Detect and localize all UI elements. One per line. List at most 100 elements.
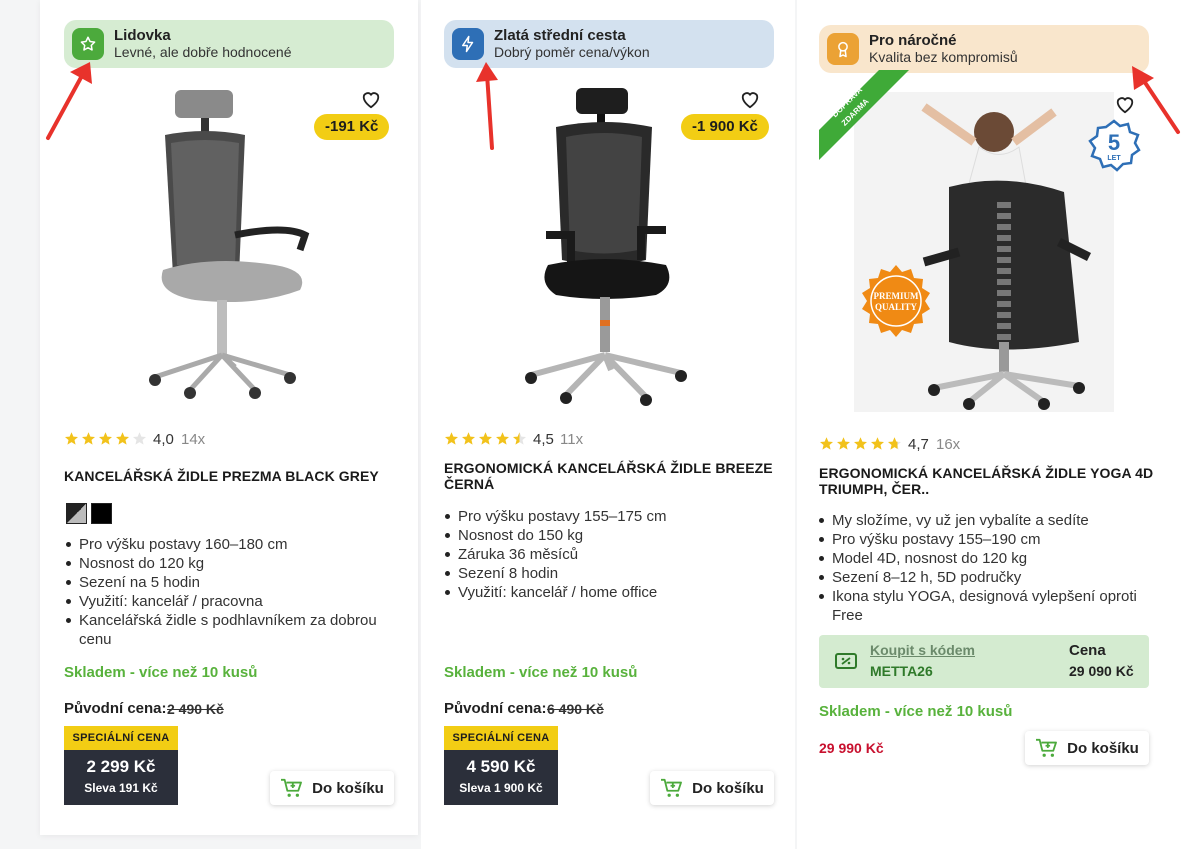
stock-status: Skladem - více než 10 kusů — [444, 664, 638, 681]
star-filled-icon — [871, 437, 884, 450]
add-to-cart-label: Do košíku — [312, 779, 384, 797]
free-shipping-ribbon: DOPRAVA ZDARMA — [819, 70, 909, 160]
discount-badge: -191 Kč — [314, 114, 390, 140]
stock-status: Skladem - více než 10 kusů — [64, 664, 258, 681]
annotation-arrow-right — [1132, 66, 1180, 134]
feature-item: Záruka 36 měsíců — [445, 545, 765, 564]
cart-icon — [661, 778, 683, 797]
price: 29 990 Kč — [819, 740, 884, 756]
savings-amount: Sleva 1 900 Kč — [459, 781, 543, 795]
feature-item: Nosnost do 120 kg — [66, 554, 380, 573]
seal-line-1: PREMIUM — [874, 291, 919, 301]
product-image-prezma-chair[interactable] — [135, 85, 325, 405]
original-price-label: Původní cena: — [64, 700, 167, 717]
feature-item: Využití: kancelář / home office — [445, 583, 765, 602]
savings-amount: Sleva 191 Kč — [84, 781, 158, 795]
add-to-cart-label: Do košíku — [1067, 739, 1139, 757]
feature-item: Sezení na 5 hodin — [66, 573, 380, 592]
original-price: 6 490 Kč — [547, 701, 604, 717]
rating-stars — [819, 436, 904, 451]
banner-subtitle: Kvalita bez kompromisů — [869, 49, 1018, 65]
star-filled-icon — [99, 432, 112, 445]
feature-item: Ikona stylu YOGA, designová vylepšení op… — [819, 587, 1149, 625]
special-price-box: SPECIÁLNÍ CENA 2 299 Kč Sleva 191 Kč — [64, 726, 178, 805]
feature-item: Sezení 8–12 h, 5D područky — [819, 568, 1149, 587]
coupon-code: METTA26 — [870, 663, 933, 679]
warranty-number: 5 — [1108, 130, 1120, 155]
star-filled-icon — [820, 437, 833, 450]
feature-item: Model 4D, nosnost do 120 kg — [819, 549, 1149, 568]
feature-list: My složíme, vy už jen vybalíte a sedíte … — [819, 511, 1149, 625]
feature-list: Pro výšku postavy 160–180 cm Nosnost do … — [66, 535, 380, 649]
star-partial-icon — [888, 437, 901, 450]
color-swatch-black-grey[interactable] — [66, 503, 87, 524]
rating-value: 4,7 — [908, 436, 929, 453]
feature-item: Pro výšku postavy 160–180 cm — [66, 535, 380, 554]
coupon-ticket-icon — [835, 653, 857, 669]
feature-item: My složíme, vy už jen vybalíte a sedíte — [819, 511, 1149, 530]
annotation-arrow-middle — [476, 62, 498, 150]
feature-item: Využití: kancelář / pracovna — [66, 592, 380, 611]
special-price-label: SPECIÁLNÍ CENA — [64, 726, 178, 750]
feature-list: Pro výšku postavy 155–175 cm Nosnost do … — [445, 507, 765, 602]
product-image-breeze-chair[interactable] — [516, 85, 706, 410]
star-filled-icon — [65, 432, 78, 445]
premium-quality-seal: PREMIUM QUALITY — [862, 265, 930, 337]
rating-value: 4,0 — [153, 431, 174, 448]
star-filled-icon — [116, 432, 129, 445]
seal-line-2: QUALITY — [875, 302, 918, 312]
product-title[interactable]: Ergonomická kancelářská židle BREEZE čer… — [444, 460, 774, 492]
star-icon — [72, 28, 104, 60]
stock-status: Skladem - více než 10 kusů — [819, 703, 1013, 720]
wishlist-heart-icon[interactable] — [360, 89, 382, 109]
star-half-icon — [513, 432, 526, 445]
original-price-label: Původní cena: — [444, 700, 547, 717]
special-price-label: SPECIÁLNÍ CENA — [444, 726, 558, 750]
banner-subtitle: Levné, ale dobře hodnocené — [114, 44, 292, 60]
star-filled-icon — [82, 432, 95, 445]
rating-stars — [64, 431, 149, 446]
wishlist-heart-icon[interactable] — [739, 89, 761, 109]
buy-with-code-link[interactable]: Koupit s kódem — [870, 642, 975, 658]
banner-title: Zlatá střední cesta — [494, 27, 626, 44]
star-empty-icon — [133, 432, 146, 445]
add-to-cart-button[interactable]: Do košíku — [270, 771, 394, 805]
review-count[interactable]: 11x — [560, 431, 583, 448]
feature-item: Pro výšku postavy 155–190 cm — [819, 530, 1149, 549]
star-filled-icon — [837, 437, 850, 450]
star-filled-icon — [445, 432, 458, 445]
award-icon — [827, 33, 859, 65]
banner-subtitle: Dobrý poměr cena/výkon — [494, 44, 650, 60]
cart-icon — [281, 778, 303, 797]
rating-stars — [444, 431, 529, 446]
category-banner-pro-narocne: Pro náročné Kvalita bez kompromisů — [819, 25, 1149, 73]
star-filled-icon — [496, 432, 509, 445]
add-to-cart-button[interactable]: Do košíku — [650, 771, 774, 805]
coupon-price: 29 090 Kč — [1069, 663, 1134, 679]
coupon-box: Koupit s kódem METTA26 Cena 29 090 Kč — [819, 635, 1149, 688]
special-price-box: SPECIÁLNÍ CENA 4 590 Kč Sleva 1 900 Kč — [444, 726, 558, 805]
feature-item: Pro výšku postavy 155–175 cm — [445, 507, 765, 526]
rating-value: 4,5 — [533, 431, 554, 448]
product-title[interactable]: Kancelářská židle PREZMA BLACK GREY — [64, 468, 394, 484]
feature-item: Nosnost do 150 kg — [445, 526, 765, 545]
review-count[interactable]: 14x — [181, 431, 205, 448]
annotation-arrow-left — [46, 62, 92, 140]
review-count[interactable]: 16x — [936, 436, 960, 453]
lightning-icon — [452, 28, 484, 60]
banner-title: Lidovka — [114, 27, 171, 44]
coupon-price-label: Cena — [1069, 642, 1106, 659]
special-price: 4 590 Kč — [466, 757, 536, 776]
original-price: 2 490 Kč — [167, 701, 224, 717]
banner-title: Pro náročné — [869, 32, 957, 49]
special-price: 2 299 Kč — [86, 757, 156, 776]
add-to-cart-button[interactable]: Do košíku — [1025, 731, 1149, 765]
add-to-cart-label: Do košíku — [692, 779, 764, 797]
feature-item: Kancelářská židle s podhlavníkem za dobr… — [66, 611, 380, 649]
warranty-unit: LET — [1107, 155, 1121, 162]
feature-item: Sezení 8 hodin — [445, 564, 765, 583]
category-banner-lidovka: Lidovka Levné, ale dobře hodnocené — [64, 20, 394, 68]
star-filled-icon — [462, 432, 475, 445]
product-title[interactable]: Ergonomická kancelářská židle YOGA 4D TR… — [819, 465, 1159, 497]
color-swatch-black[interactable] — [91, 503, 112, 524]
